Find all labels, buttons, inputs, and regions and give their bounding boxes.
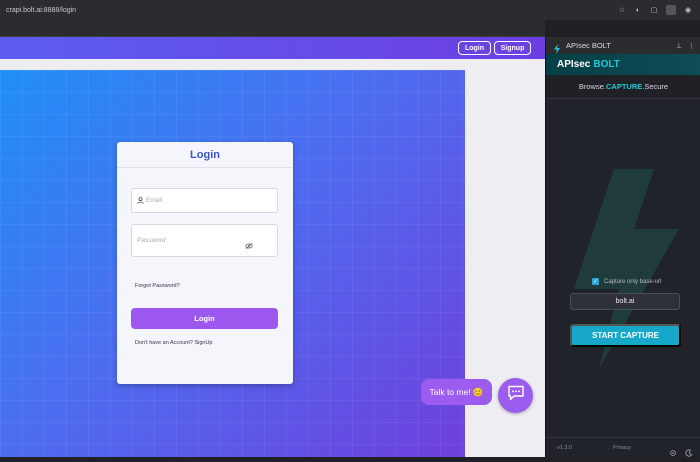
checkbox-checked-icon[interactable]: ✓ xyxy=(592,278,599,285)
email-placeholder: Email xyxy=(146,197,163,204)
brand-bolt: BOLT xyxy=(593,59,620,70)
brand-apisec: APIsec xyxy=(557,59,591,70)
top-navbar: Login Signup xyxy=(0,37,545,59)
email-field[interactable]: Email xyxy=(131,188,278,213)
nav-login-button[interactable]: Login xyxy=(458,41,491,55)
nav-signup-button[interactable]: Signup xyxy=(494,41,531,55)
web-page: Login Signup Login Email Password Forgot… xyxy=(0,37,545,457)
panel-titlebar: APIsec BOLT ⊥ ⋮ xyxy=(546,37,700,54)
tagline-secure: .Secure xyxy=(642,82,669,91)
login-button[interactable]: Login xyxy=(131,308,278,329)
capture-base-url-label: Capture only base-url xyxy=(604,278,662,285)
brand-header: APIsec BOLT xyxy=(546,54,700,75)
extension-side-panel: APIsec BOLT ⊥ ⋮ APIsec BOLT Browse. CAPTU… xyxy=(545,37,700,457)
divider xyxy=(117,167,293,168)
eye-off-icon[interactable] xyxy=(245,237,253,250)
chat-icon xyxy=(507,385,525,406)
address-bar[interactable]: crapi.bolt.ai:8888/login ☆ ◐ ▢ ◉ xyxy=(0,0,700,20)
base-url-input[interactable]: bolt.ai xyxy=(570,293,680,310)
user-icon xyxy=(137,197,144,204)
page-gap xyxy=(0,59,465,70)
sidepanel-icon[interactable] xyxy=(666,5,676,15)
panel-title: APIsec BOLT xyxy=(566,41,611,50)
login-card: Login Email Password Forgot Password? Lo… xyxy=(117,142,293,384)
password-field[interactable]: Password xyxy=(131,224,278,257)
dark-mode-icon[interactable] xyxy=(685,444,693,457)
extension-icon[interactable]: ◐ xyxy=(634,6,642,14)
forgot-password-link[interactable]: Forgot Password? xyxy=(135,283,180,289)
settings-icon[interactable] xyxy=(669,444,677,456)
tagline-browse: Browse. xyxy=(578,82,606,91)
chat-bubble[interactable]: Talk to me! 😊 xyxy=(421,379,492,405)
bolt-logo-icon xyxy=(553,41,561,54)
profile-icon[interactable]: ◉ xyxy=(684,6,692,14)
more-icon[interactable]: ⋮ xyxy=(688,42,695,50)
login-title: Login xyxy=(190,149,220,161)
privacy-link[interactable]: Privacy xyxy=(613,445,669,451)
url-text[interactable]: crapi.bolt.ai:8888/login xyxy=(6,7,618,14)
puzzle-icon[interactable]: ▢ xyxy=(650,6,658,14)
signup-link[interactable]: Don't have an Account? SignUp xyxy=(135,340,213,346)
tagline: Browse. CAPTURE .Secure xyxy=(546,75,700,99)
version-label: v1.3.0 xyxy=(557,444,572,451)
pin-icon[interactable]: ⊥ xyxy=(676,42,682,50)
capture-base-url-option[interactable]: ✓ Capture only base-url xyxy=(592,278,661,285)
panel-body: ✓ Capture only base-url bolt.ai START CA… xyxy=(546,99,700,437)
password-placeholder: Password xyxy=(137,237,166,244)
star-icon[interactable]: ☆ xyxy=(618,6,626,14)
bookmark-bar xyxy=(0,20,545,37)
panel-footer: v1.3.0 Privacy xyxy=(546,437,700,457)
start-capture-button[interactable]: START CAPTURE xyxy=(570,324,681,347)
chat-button[interactable] xyxy=(498,378,533,413)
tagline-capture: CAPTURE xyxy=(605,82,643,91)
